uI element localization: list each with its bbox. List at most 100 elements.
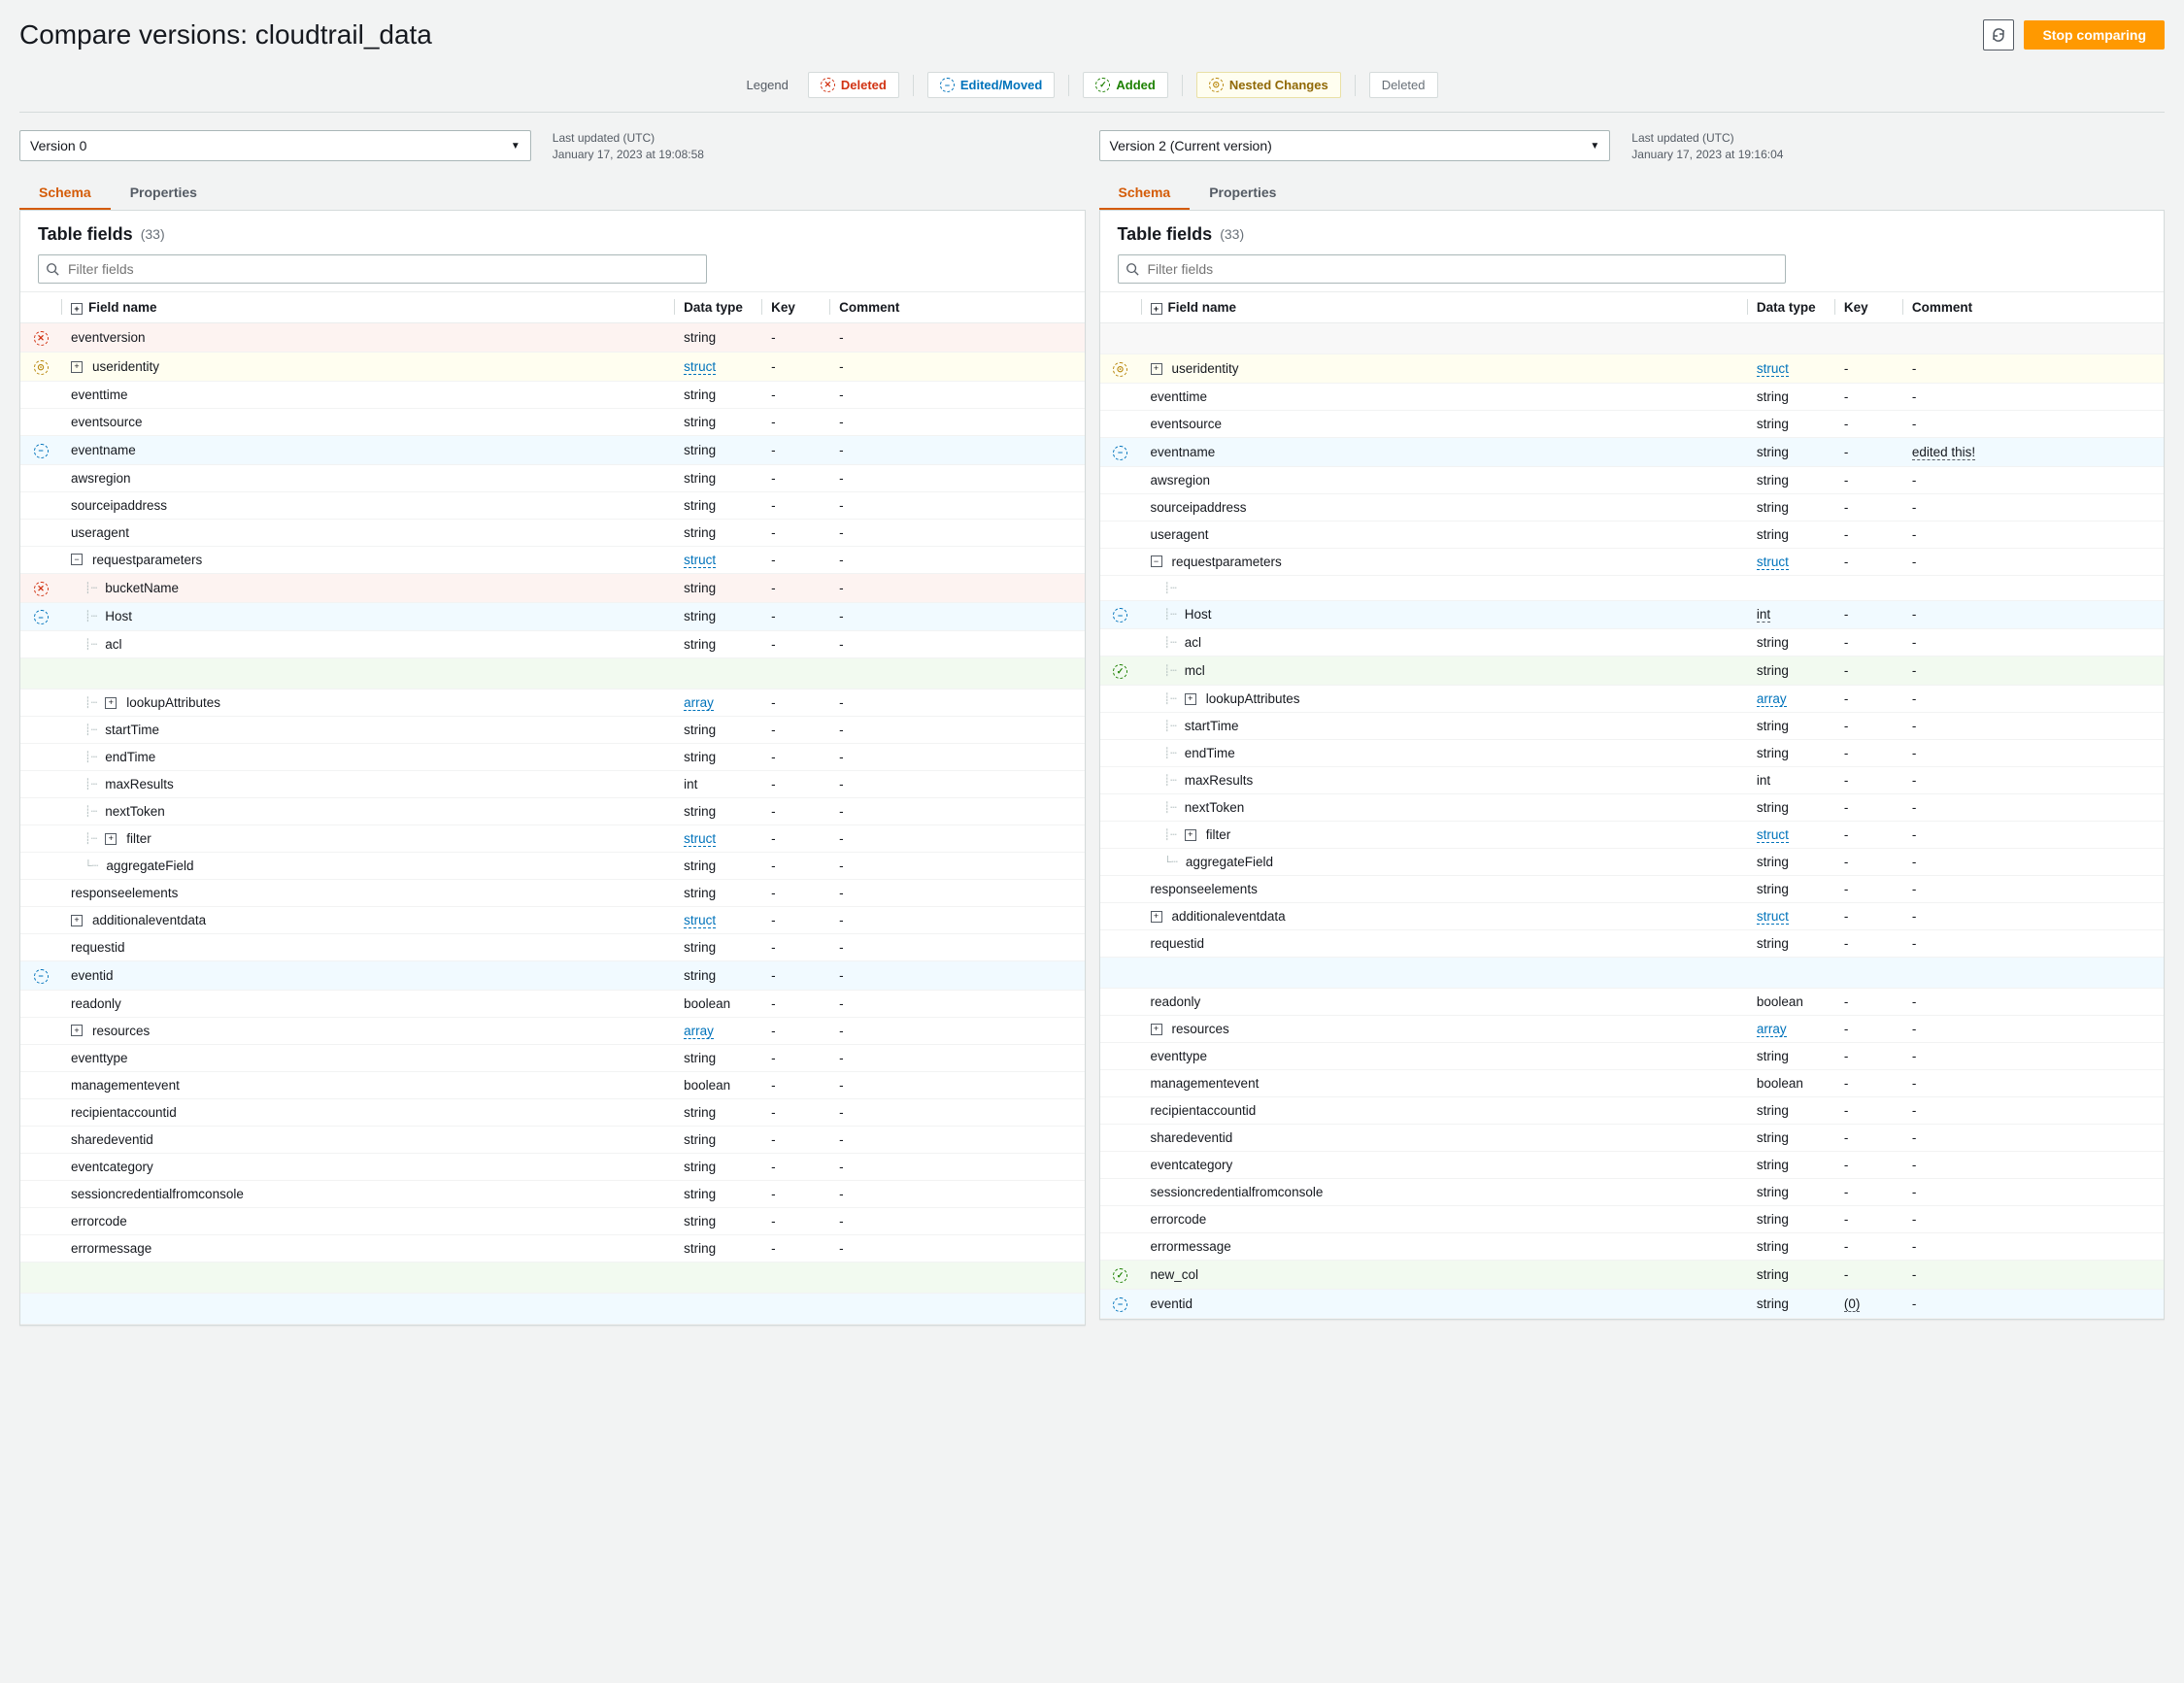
field-name: nextToken [1185, 800, 1245, 815]
expander-icon[interactable]: + [1151, 911, 1162, 923]
version-select-right[interactable]: Version 2 (Current version) ▼ [1099, 130, 1611, 161]
expander-icon[interactable]: + [105, 833, 117, 845]
table-row: requestidstring-- [20, 934, 1085, 961]
tab-properties[interactable]: Properties [1190, 175, 1295, 210]
type-link[interactable]: struct [1757, 361, 1789, 377]
expander-icon[interactable]: + [1151, 363, 1162, 375]
table-row: ✕┊┄bucketNamestring-- [20, 573, 1085, 602]
field-name: Host [105, 609, 132, 623]
field-name: requestparameters [92, 553, 202, 567]
field-type: string [1747, 438, 1834, 467]
field-name: useragent [71, 525, 129, 540]
expander-icon[interactable]: + [1151, 1024, 1162, 1035]
type-link[interactable]: array [1757, 691, 1787, 707]
filter-input-right[interactable] [1118, 254, 1787, 284]
expander-icon[interactable]: + [105, 697, 117, 709]
field-comment: - [1902, 466, 2164, 493]
search-icon [1126, 262, 1139, 276]
field-type: string [674, 1044, 761, 1071]
table-row: ┊┄nextTokenstring-- [1100, 794, 2165, 822]
field-comment: - [829, 880, 1084, 907]
table-row: eventcategorystring-- [20, 1153, 1085, 1180]
table-row: awsregionstring-- [20, 464, 1085, 491]
expand-all-icon[interactable]: + [1151, 303, 1162, 315]
type-link[interactable]: struct [684, 831, 716, 847]
type-link[interactable]: struct [1757, 909, 1789, 925]
table-row: −eventidstring(0)- [1100, 1290, 2165, 1319]
field-name: managementevent [71, 1078, 180, 1093]
tree-line: ┊┄ [1164, 828, 1177, 841]
stop-comparing-button[interactable]: Stop comparing [2024, 20, 2165, 50]
type-link[interactable]: struct [684, 913, 716, 928]
field-key: - [1834, 384, 1902, 411]
field-name: sharedeventid [1151, 1130, 1233, 1145]
search-icon [46, 262, 59, 276]
legend-nested: ⊙ Nested Changes [1196, 72, 1341, 98]
field-comment: - [829, 631, 1084, 658]
field-key: - [1834, 438, 1902, 467]
type-link[interactable]: struct [684, 553, 716, 568]
table-row: ✓┊┄mclstring-- [1100, 656, 2165, 686]
type-link[interactable]: array [1757, 1022, 1787, 1037]
nested-icon: ⊙ [34, 360, 49, 375]
field-comment: - [1902, 600, 2164, 629]
table-row: ┊┄+filterstruct-- [1100, 822, 2165, 849]
type-link[interactable]: struct [684, 359, 716, 375]
field-type: string [674, 323, 761, 353]
field-comment: - [1902, 411, 2164, 438]
expander-icon[interactable]: + [1185, 829, 1196, 841]
field-key: - [1834, 686, 1902, 713]
field-name: sourceipaddress [1151, 500, 1247, 515]
refresh-button[interactable] [1983, 19, 2014, 50]
table-row: eventtimestring-- [1100, 384, 2165, 411]
expand-all-icon[interactable]: + [71, 303, 83, 315]
tree-line: ┊┄ [84, 832, 97, 845]
tree-line: ┊┄ [84, 724, 97, 736]
field-key: - [1834, 521, 1902, 548]
field-key: - [761, 717, 829, 744]
field-name: resources [92, 1024, 150, 1038]
filter-input-left[interactable] [38, 254, 707, 284]
table-row: errorcodestring-- [20, 1207, 1085, 1234]
tree-line: ┊┄ [1164, 692, 1177, 705]
expander-icon[interactable]: − [71, 554, 83, 565]
field-type: string [1747, 1206, 1834, 1233]
type-link[interactable]: struct [1757, 555, 1789, 570]
field-key: - [1834, 903, 1902, 930]
table-row: eventtypestring-- [20, 1044, 1085, 1071]
tree-line: ┊┄ [84, 805, 97, 818]
field-name: eventid [71, 968, 114, 983]
type-link[interactable]: array [684, 1024, 714, 1039]
field-comment: - [1902, 1179, 2164, 1206]
schema-table-left: +Field name Data type Key Comment ✕event… [20, 291, 1085, 1325]
tab-schema[interactable]: Schema [19, 175, 111, 210]
type-link[interactable]: struct [1757, 827, 1789, 843]
expander-icon[interactable]: − [1151, 555, 1162, 567]
tree-line: └┄ [84, 859, 98, 872]
tab-schema[interactable]: Schema [1099, 175, 1191, 210]
tab-properties[interactable]: Properties [111, 175, 217, 210]
field-type: string [1747, 1097, 1834, 1125]
table-row: managementeventboolean-- [1100, 1070, 2165, 1097]
expander-icon[interactable]: + [1185, 693, 1196, 705]
field-type: string [674, 1126, 761, 1153]
field-comment: - [829, 990, 1084, 1017]
field-key: - [761, 323, 829, 353]
expander-icon[interactable]: + [71, 361, 83, 373]
field-name: additionaleventdata [1172, 909, 1286, 924]
legend-added: ✓ Added [1083, 72, 1167, 98]
expander-icon[interactable]: + [71, 915, 83, 926]
field-type: string [674, 717, 761, 744]
expander-icon[interactable]: + [71, 1025, 83, 1036]
field-type: string [674, 1207, 761, 1234]
field-name: managementevent [1151, 1076, 1260, 1091]
tree-line: ┊┄ [1164, 720, 1177, 732]
field-key: - [1834, 1206, 1902, 1233]
field-name: useridentity [1172, 361, 1239, 376]
type-link[interactable]: array [684, 695, 714, 711]
version-select-left[interactable]: Version 0 ▼ [19, 130, 531, 161]
field-name: errorcode [71, 1214, 127, 1229]
field-comment: - [829, 382, 1084, 409]
field-comment: - [1902, 740, 2164, 767]
field-name: eventtime [71, 387, 128, 402]
